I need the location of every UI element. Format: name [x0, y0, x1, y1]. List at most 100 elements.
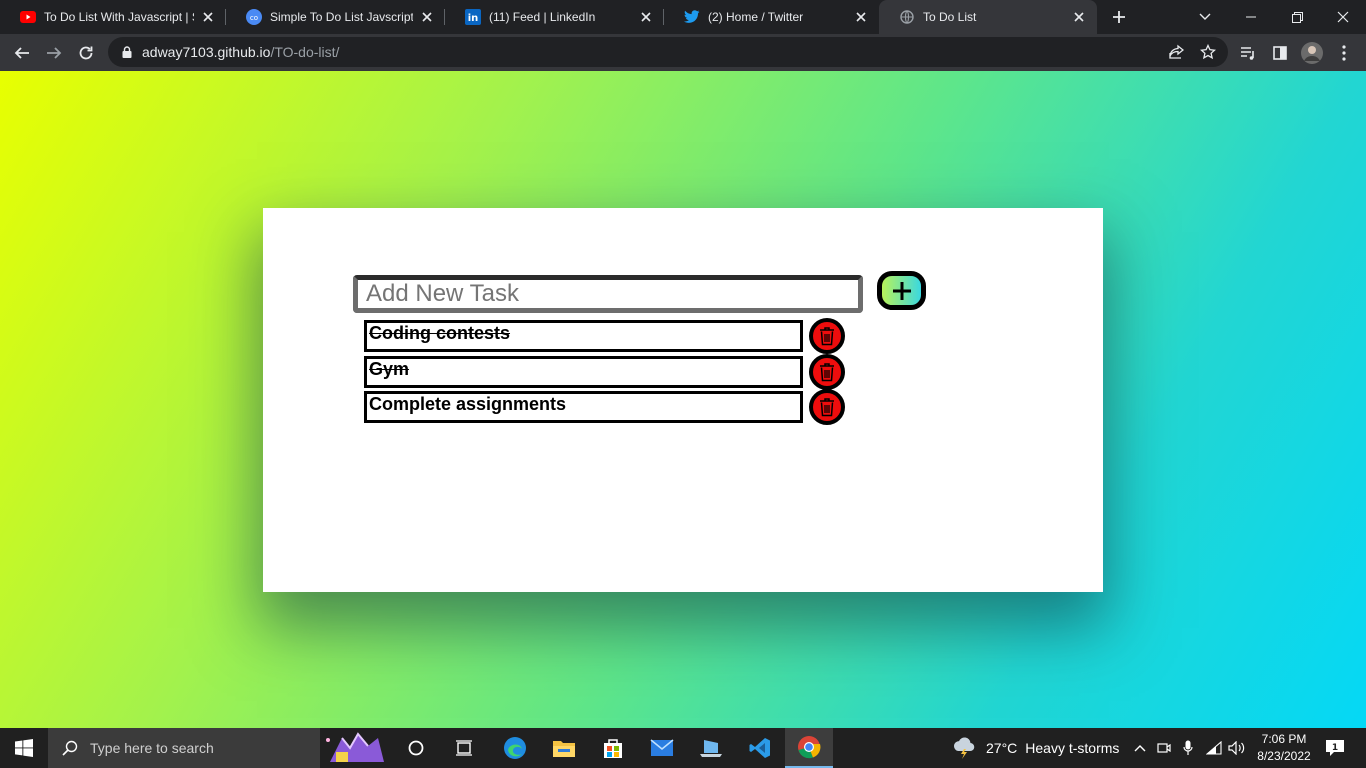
svg-text:in: in [468, 13, 479, 24]
back-button[interactable] [8, 39, 36, 67]
camera-icon [1157, 743, 1171, 753]
chrome-button[interactable] [785, 728, 833, 768]
task-text[interactable]: Gym [364, 355, 803, 388]
store-icon [604, 739, 622, 758]
tab-codepen[interactable]: co Simple To Do List Javscript | J [226, 0, 445, 34]
page-viewport: Coding contests Gym Complete assignments [0, 71, 1366, 728]
chevron-down-icon [1199, 13, 1211, 20]
taskbar-search[interactable]: Type here to search [48, 728, 384, 768]
forward-button[interactable] [40, 39, 68, 67]
url-text: adway7103.github.io/TO-do-list/ [142, 44, 339, 60]
tab-search-button[interactable] [1182, 0, 1228, 34]
close-window-button[interactable] [1320, 0, 1366, 34]
media-control-button[interactable] [1234, 39, 1262, 67]
windows-taskbar: Type here to search 27°C Heavy t-storms [0, 728, 1366, 768]
notification-count: 1 [1332, 743, 1338, 753]
browser-toolbar: adway7103.github.io/TO-do-list/ [0, 34, 1366, 71]
twitter-icon [684, 9, 700, 25]
codepen-icon: co [246, 9, 262, 25]
edge-button[interactable] [497, 728, 533, 768]
plus-icon [892, 281, 911, 300]
tab-youtube[interactable]: To Do List With Javascript | St [0, 0, 226, 34]
tab-title: (11) Feed | LinkedIn [489, 10, 596, 24]
wifi-icon [1206, 741, 1222, 755]
tab-title: To Do List [923, 10, 977, 24]
laptop-app-button[interactable] [693, 728, 729, 768]
share-icon[interactable] [1164, 40, 1188, 64]
chevron-up-icon [1134, 745, 1146, 752]
globe-icon [899, 9, 915, 25]
start-button[interactable] [0, 728, 48, 768]
task-view-button[interactable] [446, 728, 482, 768]
close-tab-icon[interactable] [638, 9, 654, 25]
close-tab-icon[interactable] [1071, 9, 1087, 25]
tab-todo-list[interactable]: To Do List [879, 0, 1097, 34]
folder-icon [553, 741, 575, 757]
url-host: adway7103.github.io [142, 44, 271, 60]
plus-icon [1113, 11, 1125, 23]
system-clock[interactable]: 7:06 PM 8/23/2022 [1246, 731, 1322, 765]
tab-strip: To Do List With Javascript | St co Simpl… [0, 0, 1366, 34]
task-text[interactable]: Coding contests [364, 320, 803, 352]
search-icon [62, 740, 78, 756]
mail-button[interactable] [644, 728, 680, 768]
microphone-icon [1183, 740, 1193, 755]
tab-twitter[interactable]: (2) Home / Twitter [664, 0, 879, 34]
cortana-icon [408, 740, 424, 756]
new-tab-button[interactable] [1108, 6, 1130, 28]
address-bar[interactable]: adway7103.github.io/TO-do-list/ [108, 37, 1228, 67]
show-hidden-icons-button[interactable] [1130, 728, 1150, 768]
close-tab-icon[interactable] [853, 9, 869, 25]
cortana-button[interactable] [398, 728, 434, 768]
arrow-left-icon [14, 47, 29, 59]
notification-icon: 1 [1326, 740, 1344, 756]
todo-card: Coding contests Gym Complete assignments [263, 208, 1103, 592]
menu-button[interactable] [1330, 39, 1358, 67]
task-text[interactable]: Complete assignments [364, 391, 803, 423]
search-highlight-image [320, 732, 390, 764]
avatar [1301, 42, 1323, 64]
more-vertical-icon [1342, 45, 1346, 61]
side-panel-button[interactable] [1266, 39, 1294, 67]
close-tab-icon[interactable] [419, 9, 435, 25]
restore-button[interactable] [1274, 0, 1320, 34]
meet-now-button[interactable] [1154, 728, 1174, 768]
restore-icon [1291, 11, 1303, 23]
tab-title: Simple To Do List Javscript | J [270, 10, 413, 24]
delete-task-button[interactable] [809, 389, 845, 425]
mail-icon [650, 739, 674, 756]
playlist-icon [1241, 47, 1254, 60]
trash-icon [820, 398, 834, 417]
close-icon [1337, 11, 1349, 23]
side-panel-icon [1273, 46, 1287, 60]
profile-button[interactable] [1298, 39, 1326, 67]
network-button[interactable] [1204, 728, 1224, 768]
lock-icon[interactable] [120, 45, 134, 59]
chrome-icon [798, 736, 821, 759]
microphone-button[interactable] [1178, 728, 1198, 768]
close-tab-icon[interactable] [200, 9, 216, 25]
tab-title: (2) Home / Twitter [708, 10, 804, 24]
delete-task-button[interactable] [809, 318, 845, 354]
task-view-icon [456, 740, 472, 756]
reload-button[interactable] [72, 39, 100, 67]
star-icon[interactable] [1196, 40, 1220, 64]
new-task-input[interactable] [353, 275, 863, 313]
clock-date: 8/23/2022 [1257, 749, 1311, 763]
weather-widget[interactable]: 27°C Heavy t-storms [952, 728, 1142, 768]
linkedin-icon: in [465, 9, 481, 25]
tab-linkedin[interactable]: in (11) Feed | LinkedIn [445, 0, 664, 34]
vscode-button[interactable] [742, 728, 778, 768]
store-button[interactable] [595, 728, 631, 768]
storm-cloud-icon [953, 737, 975, 759]
url-path: /TO-do-list/ [270, 44, 340, 60]
weather-temp: 27°C [986, 740, 1018, 756]
delete-task-button[interactable] [809, 353, 845, 390]
volume-button[interactable] [1226, 728, 1248, 768]
file-explorer-button[interactable] [546, 728, 582, 768]
search-placeholder: Type here to search [90, 740, 214, 756]
trash-icon [820, 362, 834, 381]
notification-button[interactable]: 1 [1322, 728, 1348, 768]
minimize-button[interactable] [1228, 0, 1274, 34]
add-task-button[interactable] [877, 271, 926, 310]
